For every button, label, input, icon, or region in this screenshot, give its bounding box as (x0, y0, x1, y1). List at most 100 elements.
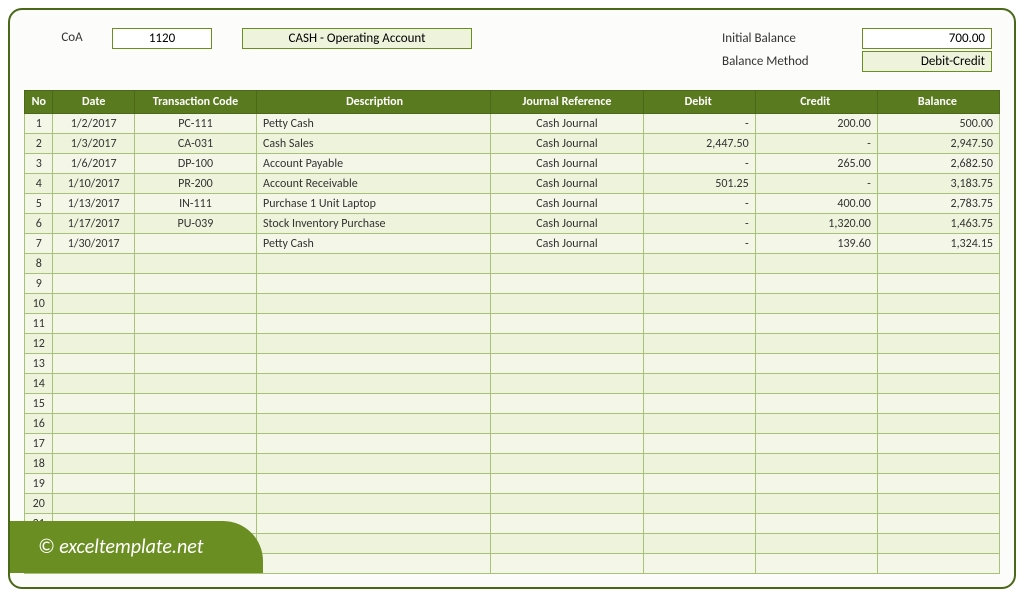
cell-desc[interactable]: Petty Cash (257, 114, 491, 134)
col-header-ref[interactable]: Journal Reference (491, 91, 644, 114)
cell-no[interactable]: 8 (25, 254, 53, 274)
cell-ref[interactable]: Cash Journal (491, 174, 644, 194)
cell-credit[interactable] (755, 294, 877, 314)
cell-no[interactable]: 6 (25, 214, 53, 234)
cell-credit[interactable] (755, 334, 877, 354)
cell-tcode[interactable] (134, 394, 256, 414)
cell-balance[interactable] (877, 274, 999, 294)
cell-desc[interactable] (257, 514, 491, 534)
cell-tcode[interactable] (134, 454, 256, 474)
cell-credit[interactable] (755, 494, 877, 514)
balance-method-value[interactable]: Debit-Credit (862, 51, 992, 72)
cell-date[interactable]: 1/17/2017 (53, 214, 134, 234)
cell-desc[interactable]: Account Receivable (257, 174, 491, 194)
cell-balance[interactable] (877, 474, 999, 494)
cell-ref[interactable] (491, 554, 644, 574)
cell-credit[interactable] (755, 414, 877, 434)
cell-debit[interactable] (643, 314, 755, 334)
cell-balance[interactable]: 1,463.75 (877, 214, 999, 234)
cell-ref[interactable] (491, 394, 644, 414)
cell-ref[interactable] (491, 314, 644, 334)
cell-ref[interactable]: Cash Journal (491, 214, 644, 234)
cell-no[interactable]: 20 (25, 494, 53, 514)
cell-desc[interactable] (257, 434, 491, 454)
cell-debit[interactable]: - (643, 194, 755, 214)
cell-tcode[interactable] (134, 434, 256, 454)
cell-desc[interactable]: Stock Inventory Purchase (257, 214, 491, 234)
cell-credit[interactable] (755, 374, 877, 394)
cell-ref[interactable] (491, 274, 644, 294)
cell-desc[interactable] (257, 414, 491, 434)
cell-credit[interactable] (755, 394, 877, 414)
cell-credit[interactable]: 400.00 (755, 194, 877, 214)
cell-desc[interactable] (257, 254, 491, 274)
cell-debit[interactable] (643, 454, 755, 474)
cell-desc[interactable] (257, 494, 491, 514)
cell-desc[interactable]: Account Payable (257, 154, 491, 174)
cell-date[interactable] (53, 334, 134, 354)
cell-credit[interactable] (755, 274, 877, 294)
col-header-tcode[interactable]: Transaction Code (134, 91, 256, 114)
col-header-debit[interactable]: Debit (643, 91, 755, 114)
cell-debit[interactable] (643, 394, 755, 414)
cell-ref[interactable] (491, 334, 644, 354)
cell-balance[interactable]: 500.00 (877, 114, 999, 134)
cell-tcode[interactable] (134, 334, 256, 354)
cell-no[interactable]: 15 (25, 394, 53, 414)
cell-no[interactable]: 18 (25, 454, 53, 474)
cell-balance[interactable] (877, 534, 999, 554)
cell-balance[interactable] (877, 394, 999, 414)
cell-balance[interactable] (877, 254, 999, 274)
cell-credit[interactable] (755, 314, 877, 334)
cell-debit[interactable] (643, 414, 755, 434)
cell-tcode[interactable] (134, 294, 256, 314)
cell-balance[interactable] (877, 334, 999, 354)
cell-balance[interactable] (877, 494, 999, 514)
cell-ref[interactable] (491, 514, 644, 534)
cell-debit[interactable] (643, 274, 755, 294)
cell-tcode[interactable] (134, 494, 256, 514)
cell-ref[interactable] (491, 474, 644, 494)
cell-credit[interactable] (755, 474, 877, 494)
cell-balance[interactable] (877, 454, 999, 474)
cell-no[interactable]: 17 (25, 434, 53, 454)
col-header-balance[interactable]: Balance (877, 91, 999, 114)
cell-date[interactable]: 1/2/2017 (53, 114, 134, 134)
cell-credit[interactable] (755, 434, 877, 454)
cell-tcode[interactable] (134, 254, 256, 274)
cell-credit[interactable]: 139.60 (755, 234, 877, 254)
cell-ref[interactable] (491, 534, 644, 554)
cell-date[interactable] (53, 254, 134, 274)
cell-debit[interactable]: 501.25 (643, 174, 755, 194)
cell-tcode[interactable] (134, 314, 256, 334)
cell-tcode[interactable] (134, 474, 256, 494)
cell-debit[interactable]: - (643, 154, 755, 174)
cell-date[interactable]: 1/10/2017 (53, 174, 134, 194)
cell-desc[interactable]: Purchase 1 Unit Laptop (257, 194, 491, 214)
col-header-no[interactable]: No (25, 91, 53, 114)
cell-ref[interactable] (491, 254, 644, 274)
cell-ref[interactable]: Cash Journal (491, 234, 644, 254)
cell-desc[interactable] (257, 554, 491, 574)
cell-debit[interactable] (643, 254, 755, 274)
cell-ref[interactable] (491, 454, 644, 474)
cell-no[interactable]: 5 (25, 194, 53, 214)
cell-balance[interactable]: 1,324.15 (877, 234, 999, 254)
cell-tcode[interactable] (134, 354, 256, 374)
cell-tcode[interactable]: PC-111 (134, 114, 256, 134)
cell-tcode[interactable]: CA-031 (134, 134, 256, 154)
cell-debit[interactable] (643, 354, 755, 374)
cell-debit[interactable]: - (643, 234, 755, 254)
cell-date[interactable] (53, 354, 134, 374)
cell-desc[interactable] (257, 534, 491, 554)
cell-credit[interactable]: - (755, 134, 877, 154)
cell-balance[interactable] (877, 554, 999, 574)
cell-balance[interactable] (877, 414, 999, 434)
cell-ref[interactable]: Cash Journal (491, 114, 644, 134)
cell-credit[interactable] (755, 554, 877, 574)
cell-date[interactable] (53, 294, 134, 314)
cell-tcode[interactable] (134, 374, 256, 394)
cell-no[interactable]: 2 (25, 134, 53, 154)
col-header-credit[interactable]: Credit (755, 91, 877, 114)
col-header-date[interactable]: Date (53, 91, 134, 114)
